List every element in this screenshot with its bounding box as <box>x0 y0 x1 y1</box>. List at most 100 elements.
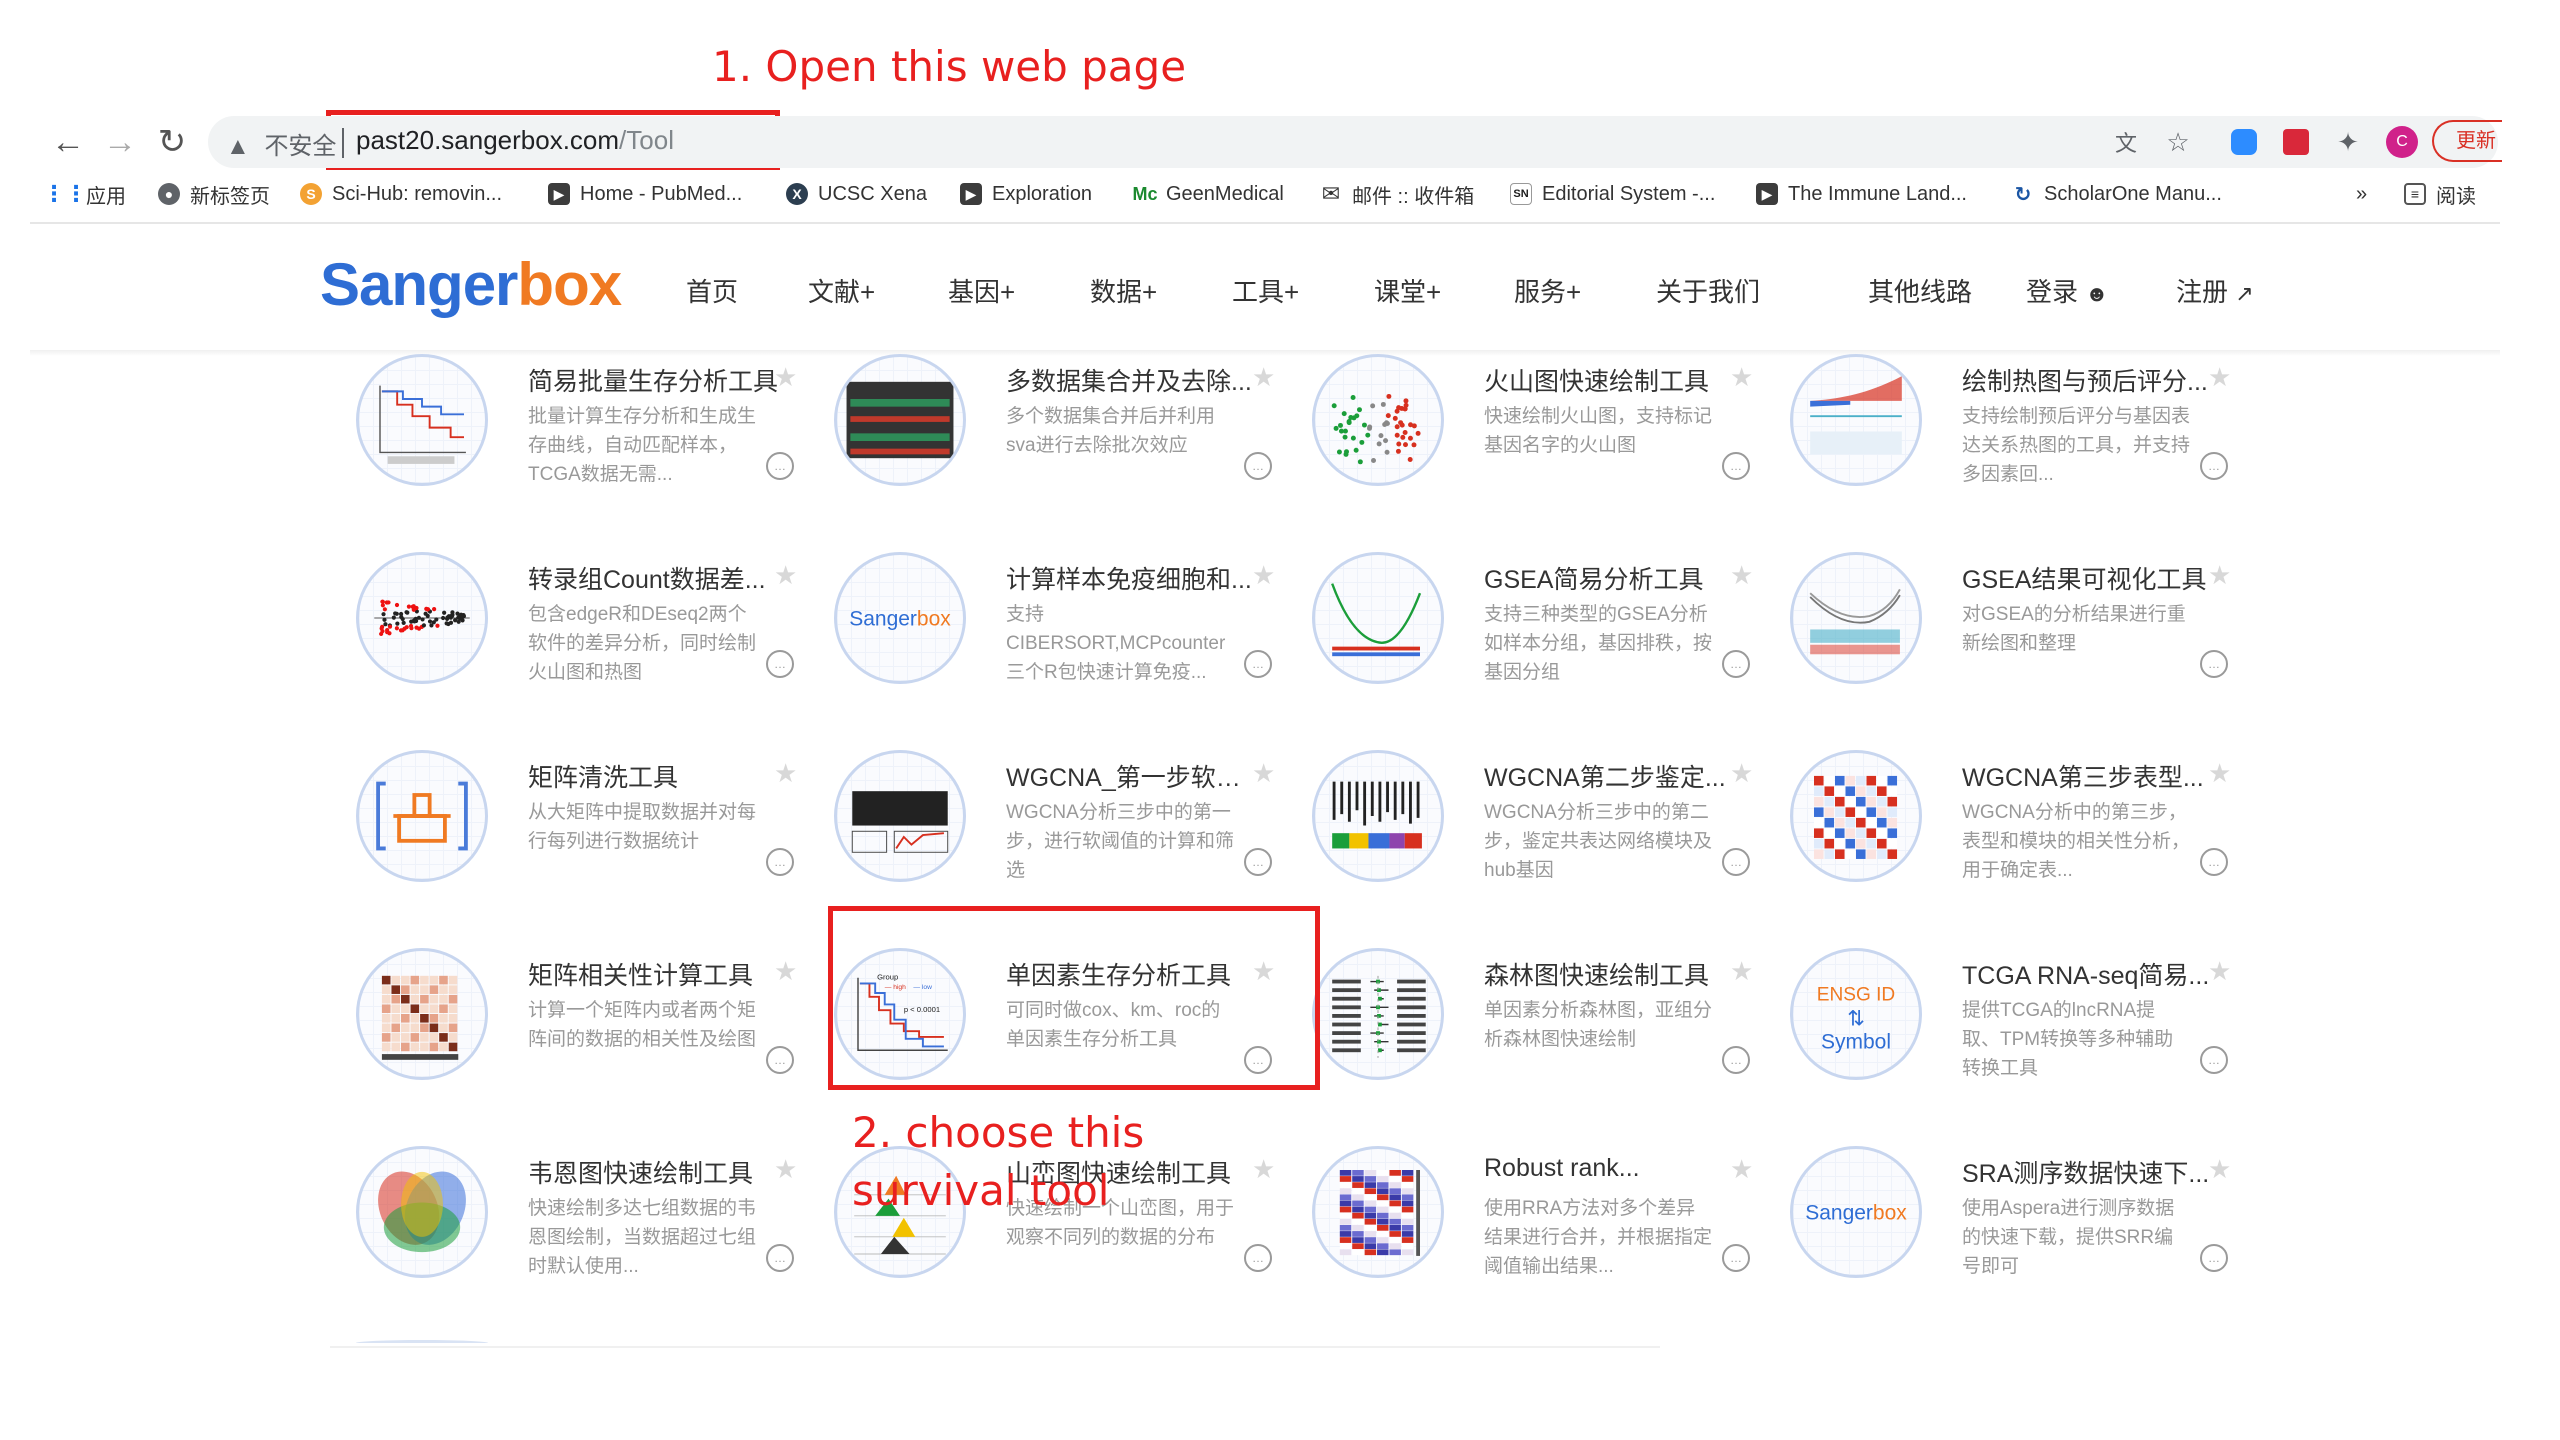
tool-card[interactable]: GSEA结果可视化工具 对GSEA的分析结果进行重新绘图和整理 ★… <box>1790 552 2270 722</box>
comment-icon[interactable]: … <box>2200 452 2228 480</box>
favorite-star-icon[interactable]: ★ <box>1730 956 1753 987</box>
tool-thumbnail[interactable] <box>1312 552 1444 684</box>
tool-card[interactable]: 矩阵清洗工具 从大矩阵中提取数据并对每行每列进行数据统计 ★… <box>356 750 836 920</box>
tool-title[interactable]: GSEA结果可视化工具 <box>1962 560 2212 596</box>
tool-thumbnail[interactable] <box>834 750 966 882</box>
comment-icon[interactable]: … <box>766 650 794 678</box>
favorite-star-icon[interactable]: ★ <box>774 758 797 789</box>
tool-title[interactable]: 绘制热图与预后评分... <box>1962 362 2212 398</box>
comment-icon[interactable]: … <box>1722 452 1750 480</box>
nav-data[interactable]: 数据+ <box>1090 272 1157 309</box>
nav-services[interactable]: 服务+ <box>1514 272 1581 309</box>
tool-card[interactable]: Robust rank... 使用RRA方法对多个差异结果进行合并，并根据指定阈值… <box>1312 1146 1792 1316</box>
profile-avatar[interactable]: C <box>2384 124 2420 160</box>
tool-card[interactable]: ENSG ID ⇅ Symbol TCGA RNA-seq简易... 提供TCGA的ln… <box>1790 948 2270 1118</box>
tool-card[interactable]: 火山图快速绘制工具 快速绘制火山图，支持标记基因名字的火山图 ★… <box>1312 354 1792 524</box>
comment-icon[interactable]: … <box>1722 848 1750 876</box>
tool-title[interactable]: 多数据集合并及去除... <box>1006 362 1256 398</box>
tool-card[interactable]: 多数据集合并及去除... 多个数据集合并后并利用sva进行去除批次效应 ★… <box>834 354 1314 524</box>
tool-thumbnail[interactable] <box>1312 354 1444 486</box>
tool-title[interactable]: 矩阵清洗工具 <box>528 758 778 794</box>
bookmark-pubmed[interactable]: ▶ Home - PubMed... <box>548 178 742 210</box>
tool-thumbnail[interactable] <box>834 354 966 486</box>
comment-icon[interactable]: … <box>766 452 794 480</box>
tool-title[interactable]: 计算样本免疫细胞和... <box>1006 560 1256 596</box>
favorite-star-icon[interactable]: ★ <box>2208 362 2231 393</box>
tool-card[interactable]: 韦恩图快速绘制工具 快速绘制多达七组数据的韦恩图绘制，当数据超过七组时默认使用..… <box>356 1146 836 1316</box>
tool-title[interactable]: 简易批量生存分析工具 <box>528 362 778 398</box>
comment-icon[interactable]: … <box>2200 1046 2228 1074</box>
tool-title[interactable]: GSEA简易分析工具 <box>1484 560 1734 596</box>
favorite-star-icon[interactable]: ★ <box>1252 362 1275 393</box>
bookmark-immune-landscape[interactable]: ▶ The Immune Land... <box>1756 178 1967 210</box>
tool-thumbnail[interactable] <box>1790 750 1922 882</box>
tool-card[interactable]: 森林图快速绘制工具 单因素分析森林图，亚组分析森林图快速绘制 ★… <box>1312 948 1792 1118</box>
comment-icon[interactable]: … <box>766 1046 794 1074</box>
favorite-star-icon[interactable]: ★ <box>1730 758 1753 789</box>
url-text[interactable]: past20.sangerbox.com/Tool <box>356 125 674 156</box>
favorite-star-icon[interactable]: ★ <box>2208 560 2231 591</box>
bookmark-sci-hub[interactable]: S Sci-Hub: removin... <box>300 178 502 210</box>
favorite-star-icon[interactable]: ★ <box>2208 956 2231 987</box>
tool-card[interactable]: Sangerbox 计算样本免疫细胞和... 支持CIBERSORT,MCPcoun… <box>834 552 1314 722</box>
reload-button[interactable]: ↻ <box>150 120 194 164</box>
tool-title[interactable]: SRA测序数据快速下... <box>1962 1154 2212 1190</box>
comment-icon[interactable]: … <box>1722 1046 1750 1074</box>
tool-thumbnail[interactable] <box>1790 552 1922 684</box>
comment-icon[interactable]: … <box>766 1244 794 1272</box>
tool-thumbnail[interactable] <box>1312 1146 1444 1278</box>
tool-title[interactable]: 韦恩图快速绘制工具 <box>528 1154 778 1190</box>
extensions-puzzle-icon[interactable]: ✦ <box>2330 124 2366 160</box>
bookmark-mail[interactable]: ✉ 邮件 :: 收件箱 <box>1320 178 1474 210</box>
tool-thumbnail[interactable]: Sangerbox <box>834 552 966 684</box>
bookmark-editorial-system[interactable]: SN Editorial System -... <box>1510 178 1715 210</box>
tool-title[interactable]: 火山图快速绘制工具 <box>1484 362 1734 398</box>
comment-icon[interactable]: … <box>2200 848 2228 876</box>
sangerbox-logo[interactable]: Sangerbox <box>320 250 621 319</box>
nav-genes[interactable]: 基因+ <box>948 272 1015 309</box>
comment-icon[interactable]: … <box>766 848 794 876</box>
nav-about[interactable]: 关于我们 <box>1656 272 1760 309</box>
comment-icon[interactable]: … <box>1722 1244 1750 1272</box>
nav-literature[interactable]: 文献+ <box>808 272 875 309</box>
tool-card[interactable]: 绘制热图与预后评分... 支持绘制预后评分与基因表达关系热图的工具，并支持多因素回… <box>1790 354 2270 524</box>
tool-title[interactable]: TCGA RNA-seq简易... <box>1962 956 2212 992</box>
security-indicator[interactable]: ▲ 不安全 <box>226 126 336 161</box>
tool-title[interactable]: Robust rank... <box>1484 1154 1734 1183</box>
comment-icon[interactable]: … <box>2200 1244 2228 1272</box>
more-bookmarks-button[interactable]: » <box>2356 178 2367 210</box>
reading-list-button[interactable]: ≡ 阅读 <box>2404 178 2476 210</box>
comment-icon[interactable]: … <box>1244 1244 1272 1272</box>
tool-thumbnail[interactable] <box>1312 948 1444 1080</box>
extension-zoom-icon[interactable] <box>2226 124 2262 160</box>
favorite-star-icon[interactable]: ★ <box>1252 560 1275 591</box>
tool-thumbnail[interactable] <box>356 552 488 684</box>
nav-register[interactable]: 注册 ↗ <box>2176 272 2254 309</box>
tool-card[interactable]: 矩阵相关性计算工具 计算一个矩阵内或者两个矩阵间的数据的相关性及绘图 ★… <box>356 948 836 1118</box>
bookmark-exploration[interactable]: ▶ Exploration <box>960 178 1092 210</box>
bookmark-geenmedical[interactable]: Mc GeenMedical <box>1134 178 1284 210</box>
nav-classroom[interactable]: 课堂+ <box>1374 272 1441 309</box>
nav-login[interactable]: 登录 ☻ <box>2026 272 2108 309</box>
favorite-star-icon[interactable]: ★ <box>774 560 797 591</box>
bookmark-scholarone[interactable]: ↻ ScholarOne Manu... <box>2012 178 2222 210</box>
tool-thumbnail[interactable] <box>1790 354 1922 486</box>
forward-button[interactable]: → <box>98 120 142 164</box>
nav-tools[interactable]: 工具+ <box>1232 272 1299 309</box>
comment-icon[interactable]: … <box>1722 650 1750 678</box>
favorite-star-icon[interactable]: ★ <box>2208 758 2231 789</box>
tool-title[interactable]: WGCNA_第一步软阈... <box>1006 758 1256 794</box>
favorite-star-icon[interactable]: ★ <box>1730 362 1753 393</box>
favorite-star-icon[interactable]: ★ <box>2208 1154 2231 1185</box>
tool-title[interactable]: 矩阵相关性计算工具 <box>528 956 778 992</box>
favorite-star-icon[interactable]: ★ <box>774 362 797 393</box>
favorite-star-icon[interactable]: ★ <box>1730 560 1753 591</box>
extension-red-icon[interactable] <box>2278 124 2314 160</box>
tool-title[interactable]: WGCNA第三步表型... <box>1962 758 2212 794</box>
tool-card[interactable]: WGCNA第二步鉴定... WGCNA分析三步中的第二步，鉴定共表达网络模块及hu… <box>1312 750 1792 920</box>
tool-thumbnail[interactable] <box>356 750 488 882</box>
bookmark-new-tab[interactable]: ● 新标签页 <box>158 178 270 210</box>
bookmark-ucsc-xena[interactable]: X UCSC Xena <box>786 178 927 210</box>
favorite-star-icon[interactable]: ★ <box>774 956 797 987</box>
tool-card[interactable]: 简易批量生存分析工具 批量计算生存分析和生成生存曲线，自动匹配样本，TCGA数据无… <box>356 354 836 524</box>
